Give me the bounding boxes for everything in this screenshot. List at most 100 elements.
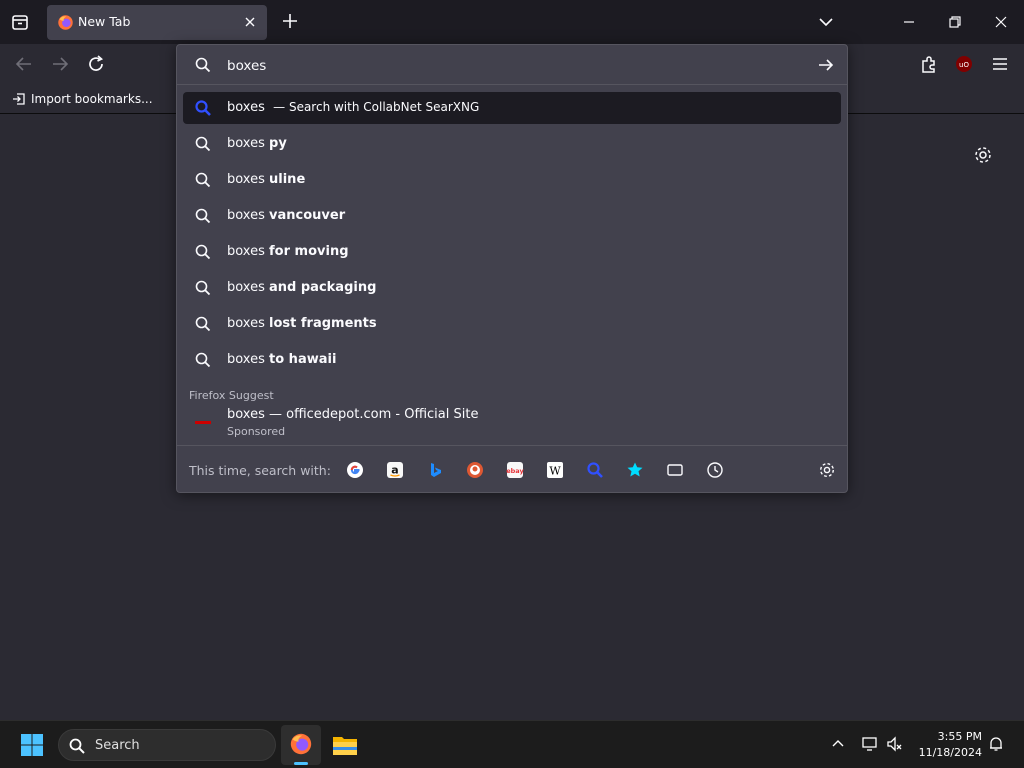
close-window-icon[interactable]	[991, 12, 1011, 32]
hamburger-menu-icon[interactable]	[989, 53, 1011, 75]
import-bookmarks-label: Import bookmarks...	[31, 92, 153, 106]
windows-taskbar: Search 3:55 PM 11/18/2024	[0, 720, 1024, 768]
search-icon	[195, 316, 211, 332]
firefox-icon	[58, 15, 73, 30]
result-text: boxes vancouver	[227, 208, 345, 223]
extensions-icon[interactable]	[918, 53, 940, 75]
history-icon[interactable]	[705, 460, 725, 480]
result-prefix: boxes	[227, 136, 265, 151]
result-text: boxes and packaging	[227, 280, 376, 295]
clock-time: 3:55 PM	[937, 730, 982, 743]
tabs-icon[interactable]	[665, 460, 685, 480]
search-suggestion[interactable]: boxes lost fragments	[183, 308, 841, 340]
volume-muted-icon[interactable]	[886, 735, 904, 753]
svg-text:a: a	[391, 464, 398, 477]
search-icon	[195, 136, 211, 152]
result-prefix: boxes	[227, 352, 265, 367]
search-icon	[195, 172, 211, 188]
one-off-search-bar: This time, search with: a ebay W	[177, 445, 847, 493]
chevron-down-icon[interactable]	[816, 12, 836, 32]
sponsored-result[interactable]: boxes — officedepot.com - Official Site …	[183, 403, 841, 441]
taskbar-search-label: Search	[95, 738, 140, 753]
result-prefix: boxes	[227, 172, 265, 187]
restore-icon[interactable]	[945, 12, 965, 32]
minimize-icon[interactable]	[899, 12, 919, 32]
search-icon	[195, 57, 211, 73]
gear-icon[interactable]	[973, 145, 993, 165]
network-icon[interactable]	[861, 735, 879, 753]
search-suggestion[interactable]: boxes vancouver	[183, 200, 841, 232]
system-clock[interactable]: 3:55 PM 11/18/2024	[914, 729, 982, 761]
result-prefix: boxes	[227, 208, 265, 223]
result-prefix: boxes	[227, 244, 265, 259]
result-suffix: vancouver	[269, 208, 346, 223]
search-suggestion[interactable]: boxes for moving	[183, 236, 841, 268]
searxng-icon	[195, 100, 211, 116]
officedepot-icon	[195, 421, 211, 424]
search-suggestion[interactable]: boxes to hawaii	[183, 344, 841, 376]
firefox-view-button[interactable]	[8, 9, 32, 35]
firefox-view-icon	[12, 15, 28, 30]
title-bar: New Tab	[0, 0, 1024, 44]
search-settings-gear-icon[interactable]	[818, 461, 836, 479]
result-suffix: for moving	[269, 244, 349, 259]
search-icon	[195, 352, 211, 368]
result-suffix: to hawaii	[269, 352, 337, 367]
result-text: boxes to hawaii	[227, 352, 336, 367]
result-suffix: lost fragments	[269, 316, 377, 331]
search-suggestion[interactable]: boxes py	[183, 128, 841, 160]
reload-icon[interactable]	[85, 53, 107, 75]
wikipedia-icon[interactable]: W	[545, 460, 565, 480]
result-text: boxes — Search with CollabNet SearXNG	[227, 100, 479, 115]
taskbar-file-explorer[interactable]	[325, 725, 365, 765]
plus-icon[interactable]	[279, 10, 301, 32]
one-off-label: This time, search with:	[189, 463, 331, 478]
tab-title: New Tab	[78, 14, 131, 29]
close-icon[interactable]	[242, 14, 258, 30]
back-icon[interactable]	[13, 53, 35, 75]
search-icon	[195, 208, 211, 224]
search-suggestion[interactable]: boxes and packaging	[183, 272, 841, 304]
searxng-icon[interactable]	[585, 460, 605, 480]
result-text: boxes lost fragments	[227, 316, 377, 331]
ublock-origin-icon[interactable]: uO	[953, 53, 975, 75]
result-text: boxes py	[227, 136, 287, 151]
result-prefix: boxes	[227, 316, 265, 331]
notification-bell-icon[interactable]	[987, 735, 1005, 753]
result-search-with-engine[interactable]: boxes — Search with CollabNet SearXNG	[183, 92, 841, 124]
chevron-up-icon[interactable]	[829, 735, 847, 753]
clock-date: 11/18/2024	[918, 746, 982, 759]
search-icon	[69, 738, 85, 754]
result-suffix: py	[269, 136, 287, 151]
tab-new-tab[interactable]: New Tab	[47, 5, 267, 40]
taskbar-search[interactable]: Search	[58, 729, 276, 761]
active-indicator	[294, 762, 308, 765]
search-icon	[195, 244, 211, 260]
bing-icon[interactable]	[425, 460, 445, 480]
result-action: — Search with CollabNet SearXNG	[273, 100, 480, 114]
urlbar-input[interactable]	[227, 56, 787, 76]
result-text: boxes uline	[227, 172, 305, 187]
svg-text:W: W	[549, 465, 561, 478]
import-bookmarks-button[interactable]: Import bookmarks...	[11, 91, 153, 107]
result-suffix: uline	[269, 172, 306, 187]
urlbar-popup: boxes — Search with CollabNet SearXNGbox…	[176, 44, 848, 493]
result-suffix: and packaging	[269, 280, 377, 295]
folder-icon	[333, 737, 357, 755]
google-icon[interactable]	[345, 460, 365, 480]
taskbar-firefox[interactable]	[281, 725, 321, 765]
ebay-icon[interactable]: ebay	[505, 460, 525, 480]
search-suggestion[interactable]: boxes uline	[183, 164, 841, 196]
amazon-icon[interactable]: a	[385, 460, 405, 480]
forward-icon[interactable]	[49, 53, 71, 75]
svg-text:ebay: ebay	[506, 467, 524, 475]
windows-start-icon[interactable]	[20, 733, 44, 757]
firefox-suggest-label: Firefox Suggest	[189, 389, 274, 402]
svg-text:uO: uO	[959, 61, 969, 69]
search-icon	[195, 280, 211, 296]
arrow-right-icon[interactable]	[816, 55, 836, 75]
bookmarks-icon[interactable]	[625, 460, 645, 480]
import-icon	[13, 93, 25, 105]
duckduckgo-icon[interactable]	[465, 460, 485, 480]
firefox-icon	[290, 733, 312, 755]
